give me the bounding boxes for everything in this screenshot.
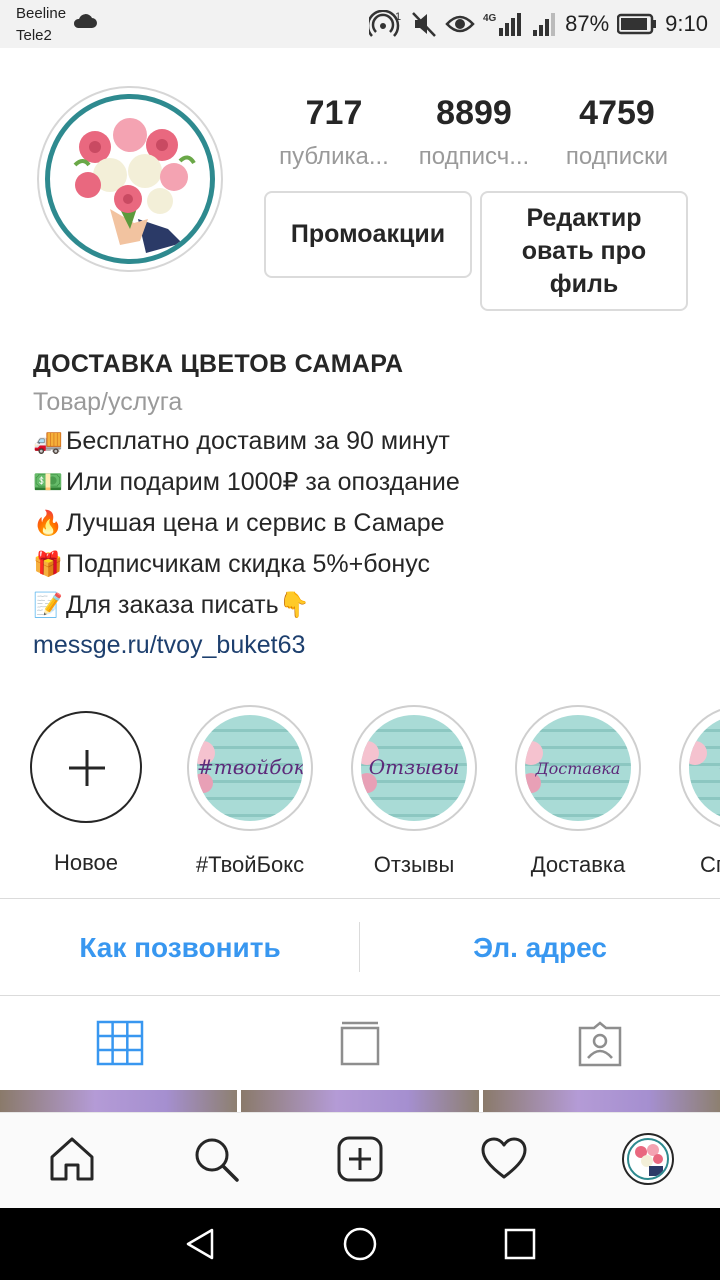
bio-line: 🎁 Подписчикам скидка 5%+бонус bbox=[33, 544, 693, 585]
highlight-label: Новое bbox=[53, 850, 119, 875]
highlight-cover-text: Доставка bbox=[535, 759, 621, 778]
mute-icon bbox=[412, 12, 437, 37]
profile-avatar[interactable] bbox=[37, 86, 223, 272]
email-button[interactable]: Эл. адрес bbox=[360, 928, 720, 968]
search-icon[interactable] bbox=[192, 1135, 240, 1183]
status-icons: 1 4G 87% 9:10 bbox=[369, 8, 708, 40]
signal-4g-icon: 4G bbox=[483, 13, 522, 36]
bio-line: 🚚 Бесплатно доставим за 90 минут bbox=[33, 421, 693, 462]
highlight-reviews[interactable]: Отзывы Отзывы bbox=[334, 705, 494, 879]
add-post-icon[interactable] bbox=[336, 1135, 384, 1183]
highlight-cover-text: #твойбокс bbox=[197, 755, 303, 779]
avatar-image bbox=[45, 94, 215, 264]
signal-icon bbox=[533, 13, 556, 36]
profile-bio: ДОСТАВКА ЦВЕТОВ САМАРА Товар/услуга 🚚 Бес… bbox=[33, 345, 693, 664]
svg-text:4G: 4G bbox=[483, 13, 497, 24]
highlight-clip: С Сп bbox=[662, 705, 720, 885]
promotions-button[interactable]: Промоакции bbox=[264, 191, 472, 278]
highlight-circle[interactable]: Доставка bbox=[515, 705, 641, 831]
photo-thumb[interactable] bbox=[482, 1090, 720, 1112]
highlight-cover: Отзывы bbox=[361, 715, 467, 821]
grid-icon[interactable] bbox=[96, 1020, 144, 1066]
mini-avatar bbox=[627, 1138, 669, 1180]
profile-name: ДОСТАВКА ЦВЕТОВ САМАРА bbox=[33, 350, 404, 378]
home-circle-icon[interactable] bbox=[342, 1226, 378, 1262]
call-button[interactable]: Как позвонить bbox=[0, 928, 360, 968]
bio-line: 💵 Или подарим 1000₽ за опоздание bbox=[33, 462, 693, 503]
highlight-tvoyboks[interactable]: #твойбокс #ТвойБокс bbox=[170, 705, 330, 879]
profile-link[interactable]: messge.ru/tvoy_buket63 bbox=[33, 626, 693, 664]
bio-line: 🔥 Лучшая цена и сервис в Самаре bbox=[33, 503, 693, 544]
heart-icon[interactable] bbox=[480, 1135, 528, 1183]
tagged-icon[interactable] bbox=[576, 1020, 624, 1068]
gift-icon: 🎁 bbox=[33, 551, 63, 578]
bio-text: Или подарим 1000₽ за опоздание bbox=[66, 468, 460, 496]
followers-label: подписч... bbox=[418, 143, 530, 170]
profile-avatar-icon[interactable] bbox=[622, 1133, 674, 1185]
highlight-label: Доставка bbox=[530, 852, 626, 877]
following-count: 4759 bbox=[579, 94, 655, 132]
feed-icon[interactable] bbox=[338, 1020, 382, 1068]
stat-followers[interactable]: 8899 подписч... bbox=[404, 92, 544, 180]
photo-thumb[interactable] bbox=[0, 1090, 238, 1112]
highlight-circle[interactable]: С bbox=[679, 705, 720, 831]
bio-text: Лучшая цена и сервис в Самаре bbox=[66, 509, 445, 537]
highlight-cover: С bbox=[689, 715, 720, 821]
highlight-label: Отзывы bbox=[373, 852, 455, 877]
photo-grid-preview bbox=[0, 1090, 720, 1112]
bio-line: 📝 Для заказа писать👇 bbox=[33, 585, 693, 626]
edit-profile-button[interactable]: Редактировать профиль bbox=[480, 191, 688, 311]
highlight-label: #ТвойБокс bbox=[195, 852, 305, 877]
recents-icon[interactable] bbox=[502, 1226, 538, 1262]
highlight-cover: #твойбокс bbox=[197, 715, 303, 821]
bio-text: Бесплатно доставим за 90 минут bbox=[66, 427, 450, 455]
svg-text:1: 1 bbox=[395, 11, 401, 23]
new-highlight-circle[interactable] bbox=[30, 711, 142, 823]
clock: 9:10 bbox=[665, 11, 708, 36]
home-icon[interactable] bbox=[48, 1135, 96, 1183]
flower-bouquet-icon bbox=[73, 118, 196, 253]
bio-text: Для заказа писать👇 bbox=[66, 591, 310, 619]
truck-icon: 🚚 bbox=[33, 428, 63, 455]
photo-thumb[interactable] bbox=[241, 1090, 479, 1112]
hotspot-icon: 1 bbox=[369, 10, 401, 37]
cloud-icon bbox=[73, 14, 97, 28]
highlight-partial[interactable]: С Сп bbox=[662, 705, 720, 879]
highlight-circle[interactable]: #твойбокс bbox=[187, 705, 313, 831]
followers-count: 8899 bbox=[436, 94, 512, 132]
highlight-circle[interactable]: Отзывы bbox=[351, 705, 477, 831]
following-label: подписки bbox=[565, 143, 669, 170]
plus-icon bbox=[69, 750, 105, 786]
edit-profile-label: Редактировать профиль bbox=[521, 203, 647, 298]
divider bbox=[0, 995, 720, 996]
divider bbox=[0, 898, 720, 899]
bio-text: Подписчикам скидка 5%+бонус bbox=[66, 550, 430, 578]
battery-percent: 87% bbox=[565, 11, 610, 36]
bottom-navigation bbox=[0, 1112, 720, 1208]
money-icon: 💵 bbox=[33, 469, 63, 496]
highlight-new[interactable]: Новое bbox=[6, 705, 166, 877]
highlight-cover-text: Отзывы bbox=[368, 755, 460, 779]
posts-label: публика... bbox=[279, 143, 389, 170]
stat-posts[interactable]: 717 публика... bbox=[264, 92, 404, 180]
carrier-1: Beeline bbox=[16, 5, 67, 22]
highlight-label: Сп bbox=[700, 852, 720, 877]
back-icon[interactable] bbox=[182, 1226, 218, 1262]
battery-icon bbox=[617, 13, 657, 35]
status-bar: Beeline Tele2 1 4G 87% 9:10 bbox=[0, 0, 720, 48]
posts-count: 717 bbox=[305, 94, 363, 132]
eye-icon bbox=[445, 15, 475, 33]
memo-icon: 📝 bbox=[33, 592, 63, 619]
system-navigation-bar bbox=[0, 1208, 720, 1280]
carrier-2: Tele2 bbox=[16, 27, 52, 44]
highlight-cover: Доставка bbox=[525, 715, 631, 821]
promotions-label: Промоакции bbox=[290, 220, 446, 248]
fire-icon: 🔥 bbox=[33, 510, 63, 537]
profile-category: Товар/услуга bbox=[33, 388, 183, 416]
highlight-delivery[interactable]: Доставка Доставка bbox=[498, 705, 658, 879]
stat-following[interactable]: 4759 подписки bbox=[547, 92, 687, 180]
